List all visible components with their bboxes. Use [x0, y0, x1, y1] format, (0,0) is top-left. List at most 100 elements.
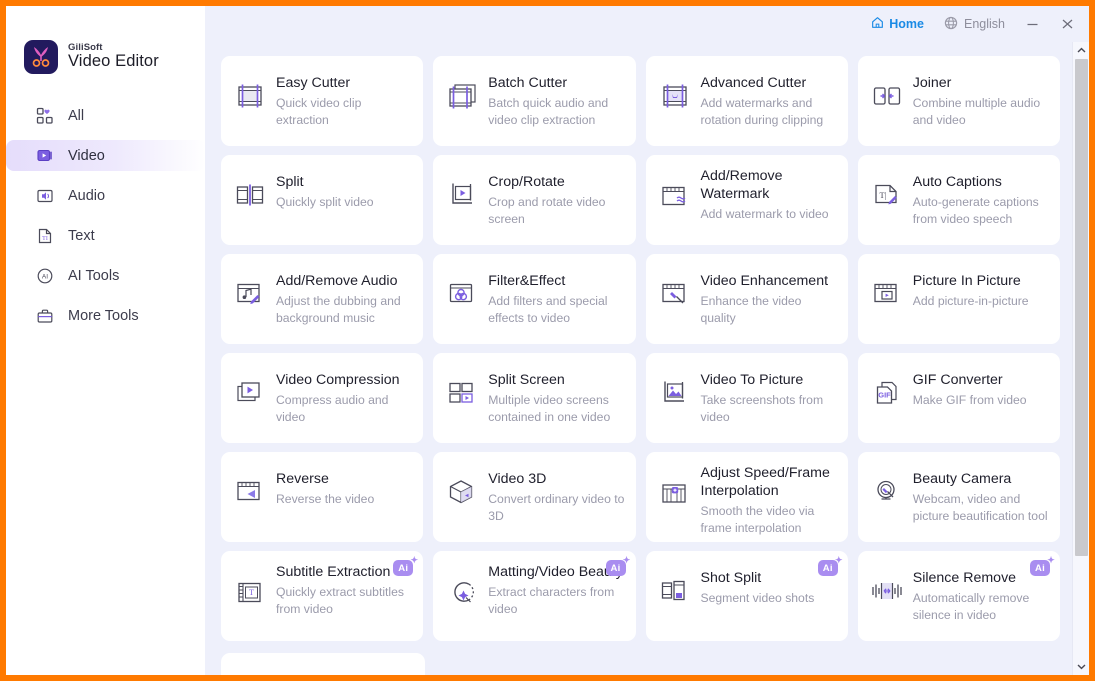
- tool-card-text: Picture In Picture Add picture-in-picture: [913, 265, 1029, 344]
- home-label: Home: [889, 17, 924, 31]
- cube-3d-icon: [445, 475, 479, 509]
- tool-card[interactable]: Video Compression Compress audio and vide…: [221, 353, 424, 443]
- tool-card-title: Video To Picture: [700, 372, 804, 388]
- ai-badge: Ai: [393, 555, 418, 576]
- tool-card-title: Video Enhancement: [700, 273, 829, 289]
- home-icon: [871, 16, 884, 32]
- tool-card-title: Beauty Camera: [912, 471, 1012, 487]
- ai-badge: Ai: [1030, 555, 1055, 576]
- tool-card[interactable]: GIF GIF Converter Make GIF from video: [857, 353, 1060, 443]
- tool-card[interactable]: Adjust Speed/Frame Interpolation Smooth t…: [645, 452, 848, 542]
- sidebar-item-audio[interactable]: Audio: [6, 180, 205, 211]
- tool-card-desc: Compress audio and video: [276, 392, 389, 425]
- tool-card[interactable]: Crop/Rotate Crop and rotate video screen: [433, 155, 636, 245]
- sidebar-item-all[interactable]: All: [6, 100, 205, 131]
- tool-card[interactable]: Matting/Video Beauty Extract characters f…: [433, 551, 636, 641]
- ai-badge: Ai: [605, 555, 631, 576]
- tool-card[interactable]: Video 3D Convert ordinary video to 3D: [433, 452, 636, 542]
- join-arrows-icon: [870, 79, 904, 113]
- content-area: Easy Cutter Quick video clip extraction B…: [205, 42, 1089, 675]
- globe-icon: [944, 16, 958, 33]
- tool-card[interactable]: Split Quickly split video: [221, 155, 424, 245]
- minimize-button[interactable]: [1023, 17, 1042, 31]
- tool-card-desc: Add watermarks and rotation during clipp…: [700, 95, 824, 128]
- tool-card-desc: Crop and rotate video screen: [488, 194, 606, 227]
- reverse-arrow-icon: [233, 475, 267, 509]
- speaker-icon: [34, 185, 56, 207]
- tool-card-text: Easy Cutter Quick video clip extraction: [276, 67, 413, 146]
- tool-card-title: Split: [276, 174, 304, 190]
- home-button[interactable]: Home: [871, 16, 924, 32]
- waveform-cut-icon: [870, 574, 904, 608]
- tool-card-text: Split Quickly split video: [276, 166, 374, 245]
- tool-card[interactable]: Split Screen Multiple video screens conta…: [433, 353, 636, 443]
- tool-card-desc: Quickly extract subtitles from video: [276, 584, 405, 617]
- vertical-scrollbar[interactable]: [1072, 42, 1089, 675]
- svg-text:TI: TI: [42, 236, 48, 242]
- tool-card-title: Crop/Rotate: [488, 174, 565, 190]
- chevron-up-icon[interactable]: [1073, 42, 1090, 59]
- tool-card[interactable]: Advanced Cutter Add watermarks and rotati…: [645, 56, 848, 146]
- tool-card[interactable]: Picture In Picture Add picture-in-picture: [857, 254, 1060, 344]
- tool-card-desc: Add picture-in-picture: [912, 293, 1029, 308]
- tool-card-title: Batch Cutter: [488, 75, 568, 91]
- scissors-icon: [24, 40, 58, 74]
- crop-play-icon: [445, 178, 479, 212]
- tool-card-text: Batch Cutter Batch quick audio and video …: [488, 67, 625, 146]
- scrollbar-thumb[interactable]: [1075, 59, 1088, 557]
- tool-card[interactable]: Joiner Combine multiple audio and video: [857, 56, 1060, 146]
- matting-wand-icon: [445, 576, 479, 610]
- tool-card-desc: Batch quick audio and video clip extract…: [488, 95, 609, 128]
- caption-pen-icon: T|: [870, 178, 904, 212]
- tool-card-text: Video Compression Compress audio and vide…: [276, 364, 413, 443]
- sidebar-item-label: AI Tools: [68, 267, 120, 284]
- compress-stack-icon: [233, 376, 267, 410]
- tool-card-desc: Auto-generate captions from video speech: [912, 194, 1039, 227]
- toolbox-icon: [34, 305, 56, 327]
- sidebar-item-video[interactable]: Video: [6, 140, 205, 171]
- scrollbar-track[interactable]: [1073, 59, 1089, 658]
- language-button[interactable]: English: [944, 16, 1005, 33]
- sidebar-item-text[interactable]: TI Text: [6, 220, 205, 251]
- tool-card[interactable]: Video To Picture Take screenshots from vi…: [645, 353, 848, 443]
- tool-card[interactable]: Easy Cutter Quick video clip extraction: [221, 56, 424, 146]
- film-advanced-icon: [658, 79, 692, 113]
- tool-card[interactable]: Add/Remove Audio Adjust the dubbing and b…: [221, 254, 424, 344]
- tool-card[interactable]: Silence Remove Automatically remove silen…: [857, 551, 1060, 641]
- svg-text:T: T: [249, 588, 254, 597]
- sidebar-item-more-tools[interactable]: More Tools: [6, 300, 205, 331]
- split-frames-icon: [233, 178, 267, 212]
- tool-card-desc: Quick video clip extraction: [276, 95, 362, 128]
- tool-card-text: Crop/Rotate Crop and rotate video screen: [488, 166, 625, 245]
- close-icon: [1062, 19, 1073, 29]
- tool-card-desc: Enhance the video quality: [700, 293, 802, 326]
- sidebar: GiliSoft Video Editor All Video Audio TI…: [6, 6, 205, 675]
- tool-card-title: Video Compression: [276, 372, 400, 388]
- tool-card[interactable]: Filter&Effect Add filters and special eff…: [433, 254, 636, 344]
- close-button[interactable]: [1058, 17, 1077, 31]
- tool-card-desc: Add filters and special effects to video: [488, 293, 608, 326]
- tool-card-desc: Take screenshots from video: [700, 392, 824, 425]
- tool-card-title: Split Screen: [488, 372, 565, 388]
- tool-card[interactable]: Add/Remove Watermark Add watermark to vid…: [645, 155, 848, 245]
- tool-card-title: GIF Converter: [912, 372, 1003, 388]
- tool-card[interactable]: T| Auto Captions Auto-generate captions f…: [857, 155, 1060, 245]
- sidebar-item-label: Text: [68, 227, 95, 244]
- tool-card[interactable]: T Subtitle Extraction Quickly extract subt…: [221, 551, 424, 641]
- tool-card[interactable]: Batch Cutter Batch quick audio and video …: [433, 56, 636, 146]
- tool-card-text: Add/Remove Audio Adjust the dubbing and b…: [276, 265, 413, 344]
- tool-card[interactable]: Video Enhancement Enhance the video quali…: [645, 254, 848, 344]
- tool-card[interactable]: Shot Split Segment video shots Ai: [645, 551, 848, 641]
- tool-card-text: Filter&Effect Add filters and special eff…: [488, 265, 625, 344]
- sidebar-item-label: All: [68, 107, 85, 124]
- sidebar-item-ai-tools[interactable]: AI AI Tools: [6, 260, 205, 291]
- tool-card[interactable]: Beauty Camera Webcam, video and picture b…: [857, 452, 1060, 542]
- tool-card[interactable]: Reverse Reverse the video: [221, 452, 424, 542]
- chevron-down-icon[interactable]: [1073, 658, 1090, 675]
- tool-card-text: Shot Split Segment video shots: [701, 562, 815, 641]
- tool-card-title: Shot Split: [700, 570, 762, 586]
- tool-card-text: GIF Converter Make GIF from video: [913, 364, 1027, 443]
- minimize-icon: [1027, 23, 1038, 26]
- tool-card-title: Auto Captions: [912, 174, 1002, 190]
- partial-card-below-fold[interactable]: [221, 653, 425, 675]
